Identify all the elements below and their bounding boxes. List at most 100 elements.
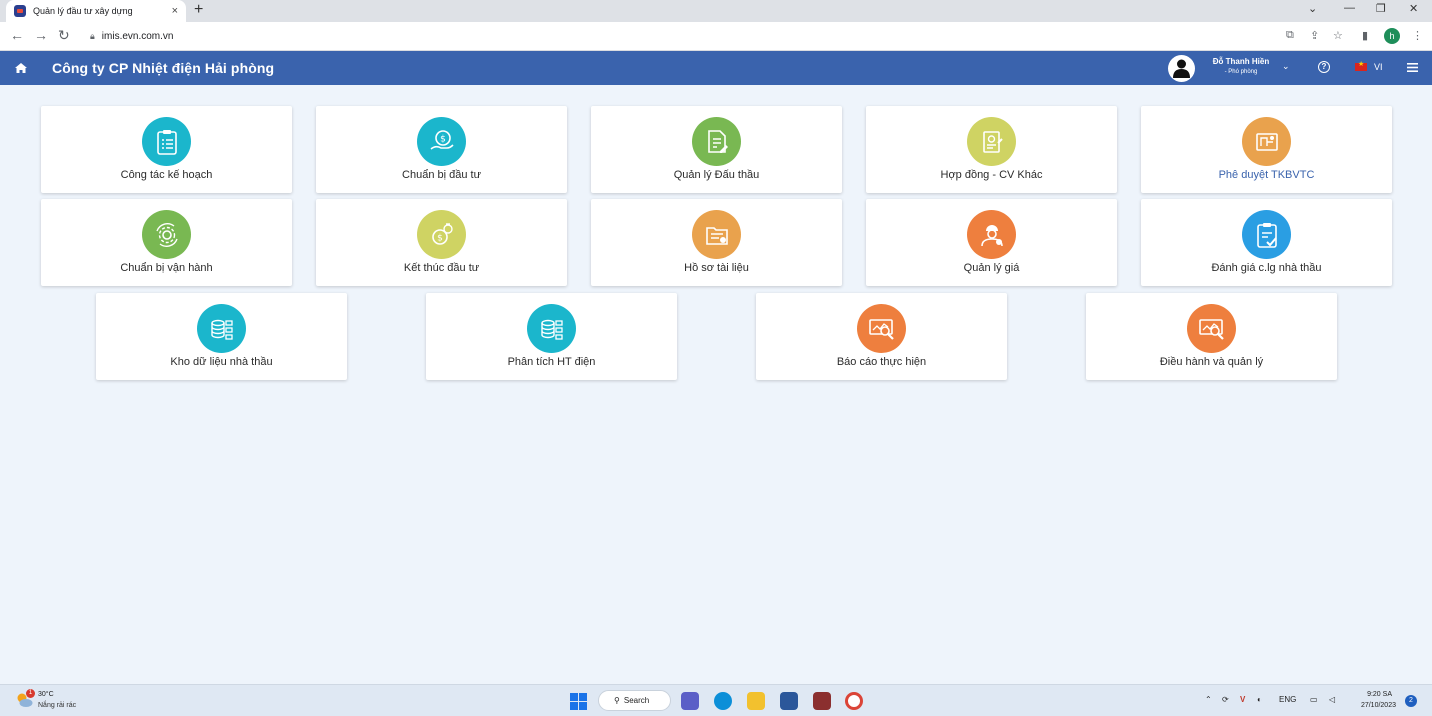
reload-icon[interactable]: ↻ (58, 27, 70, 44)
app-header: Công ty CP Nhiệt điện Hải phòng Đỗ Thanh… (0, 51, 1432, 85)
module-label: Chuẩn bị vận hành (120, 262, 213, 274)
clipboard-check-icon (1242, 210, 1291, 259)
restore-icon[interactable]: ❐ (1376, 2, 1386, 15)
module-label: Phân tích HT điện (507, 356, 596, 368)
file-explorer-icon[interactable] (747, 692, 765, 710)
network-globe-icon[interactable]: ◐ (1257, 695, 1262, 704)
module-label: Kho dữ liệu nhà thầu (170, 356, 273, 368)
side-panel-icon[interactable]: ▮ (1362, 29, 1368, 42)
browser-tab[interactable]: Quản lý đầu tư xây dựng × (6, 0, 186, 22)
sync-icon[interactable]: ⟳ (1222, 695, 1229, 704)
clock-time[interactable]: 9:20 SA (1356, 691, 1392, 698)
url-text: imis.evn.com.vn (101, 31, 174, 42)
user-menu-chevron-icon[interactable]: ⌄ (1282, 61, 1290, 72)
edge-browser-icon[interactable] (714, 692, 732, 710)
new-tab-button[interactable]: + (194, 1, 203, 19)
report-magnifier-icon (1187, 304, 1236, 353)
module-label: Đánh giá c.lg nhà thầu (1211, 262, 1322, 274)
module-label: Kết thúc đầu tư (403, 262, 480, 274)
volume-icon[interactable]: ◁ (1329, 695, 1335, 704)
module-card[interactable]: Điều hành và quản lý (1086, 293, 1337, 380)
browser-menu-icon[interactable]: ⋮ (1412, 29, 1423, 42)
input-language[interactable]: ENG (1279, 695, 1296, 704)
translate-icon[interactable]: ⧉ (1286, 29, 1294, 42)
site-favicon-icon (14, 5, 26, 17)
module-label: Hợp đồng - CV Khác (940, 169, 1043, 181)
module-label: Hồ sơ tài liệu (684, 262, 749, 274)
window-close-icon[interactable]: ✕ (1409, 2, 1418, 15)
money-bag-icon: $ (417, 210, 466, 259)
company-title: Công ty CP Nhiệt điện Hải phòng (52, 60, 275, 76)
taskbar-search-button[interactable]: ⚲ Search (598, 690, 671, 711)
share-icon[interactable]: ⇪ (1310, 29, 1319, 42)
windows-start-icon[interactable] (570, 693, 587, 710)
weather-temperature: 30°C (38, 691, 54, 698)
profile-avatar[interactable]: h (1384, 28, 1400, 44)
module-card[interactable]: Quản lý giá (866, 199, 1117, 286)
module-card[interactable]: Hồ sơ tài liệu (591, 199, 842, 286)
display-icon[interactable]: ▭ (1310, 695, 1318, 704)
module-card[interactable]: Công tác kế hoạch (41, 106, 292, 193)
folder-icon (692, 210, 741, 259)
home-icon[interactable] (15, 63, 27, 73)
archive-app-icon[interactable] (813, 692, 831, 710)
money-hand-icon: $ (417, 117, 466, 166)
clock-date[interactable]: 27/10/2023 (1352, 702, 1396, 709)
module-label: Điều hành và quản lý (1159, 356, 1264, 368)
database-icon (527, 304, 576, 353)
user-name: Đỗ Thanh Hiền (1212, 57, 1270, 66)
gear-cycle-icon (142, 210, 191, 259)
svg-text:$: $ (440, 134, 446, 144)
hamburger-menu-icon[interactable] (1407, 63, 1418, 72)
blueprint-icon (1242, 117, 1291, 166)
module-card[interactable]: Phê duyệt TKBVTC (1141, 106, 1392, 193)
document-edit-icon (692, 117, 741, 166)
tab-close-icon[interactable]: × (172, 5, 178, 17)
language-selector[interactable]: VI (1355, 60, 1383, 72)
clipboard-list-icon (142, 117, 191, 166)
svg-text:$: $ (437, 233, 443, 243)
chrome-icon[interactable] (845, 692, 863, 710)
module-card[interactable]: Đánh giá c.lg nhà thầu (1141, 199, 1392, 286)
antivirus-icon[interactable]: V (1240, 695, 1245, 704)
contract-icon (967, 117, 1016, 166)
word-icon[interactable] (780, 692, 798, 710)
user-icon (1173, 59, 1190, 78)
address-bar[interactable]: 🔒︎ imis.evn.com.vn (80, 26, 1270, 47)
module-label: Phê duyệt TKBVTC (1218, 169, 1315, 181)
forward-icon[interactable]: → (34, 27, 48, 43)
back-icon[interactable]: ← (10, 27, 24, 43)
notification-badge[interactable]: 2 (1405, 695, 1417, 707)
module-card[interactable]: Kho dữ liệu nhà thầu (96, 293, 347, 380)
user-role: - Phó phòng (1224, 69, 1258, 75)
windows-taskbar: 1 30°C Nắng rải rác ⚲ Search ⌃ ⟳ V ◐ ENG… (0, 684, 1432, 716)
tab-search-icon[interactable]: ⌄ (1308, 2, 1317, 15)
search-label: Search (623, 696, 650, 705)
weather-alert-badge: 1 (26, 689, 35, 698)
module-label: Báo cáo thực hiện (836, 356, 927, 368)
browser-tab-strip: Quản lý đầu tư xây dựng × + ⌄ — ❐ ✕ (0, 0, 1432, 22)
bookmark-star-icon[interactable]: ☆ (1333, 29, 1343, 42)
teams-chat-icon[interactable] (681, 692, 699, 710)
module-card[interactable]: Phân tích HT điện (426, 293, 677, 380)
language-code: VI (1374, 62, 1383, 72)
module-label: Chuẩn bị đầu tư (402, 169, 481, 181)
worker-price-icon (967, 210, 1016, 259)
module-label: Quản lý Đấu thầu (673, 169, 760, 181)
module-card[interactable]: Hợp đồng - CV Khác (866, 106, 1117, 193)
tab-title: Quản lý đầu tư xây dựng (33, 6, 133, 16)
minimize-icon[interactable]: — (1344, 2, 1355, 14)
module-card[interactable]: $ Kết thúc đầu tư (316, 199, 567, 286)
tray-overflow-chevron-icon[interactable]: ⌃ (1205, 695, 1212, 704)
module-label: Công tác kế hoạch (120, 169, 213, 181)
database-icon (197, 304, 246, 353)
module-card[interactable]: Báo cáo thực hiện (756, 293, 1007, 380)
lock-icon: 🔒︎ (90, 31, 95, 41)
weather-description: Nắng rải rác (38, 702, 77, 709)
help-icon[interactable]: ? (1318, 61, 1330, 73)
module-card[interactable]: Chuẩn bị vận hành (41, 199, 292, 286)
module-card[interactable]: Quản lý Đấu thầu (591, 106, 842, 193)
user-avatar[interactable] (1168, 55, 1195, 82)
module-card[interactable]: $ Chuẩn bị đầu tư (316, 106, 567, 193)
vietnam-flag-icon (1355, 60, 1367, 71)
